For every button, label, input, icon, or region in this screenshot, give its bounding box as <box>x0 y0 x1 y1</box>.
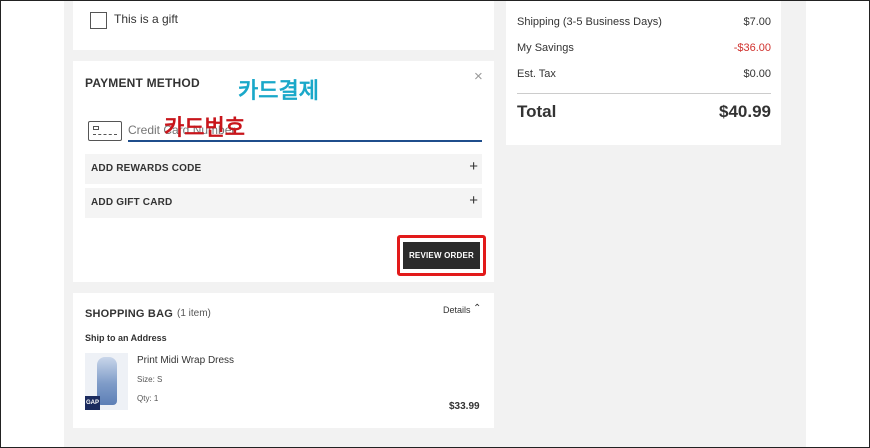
screenshot-frame <box>0 0 870 448</box>
